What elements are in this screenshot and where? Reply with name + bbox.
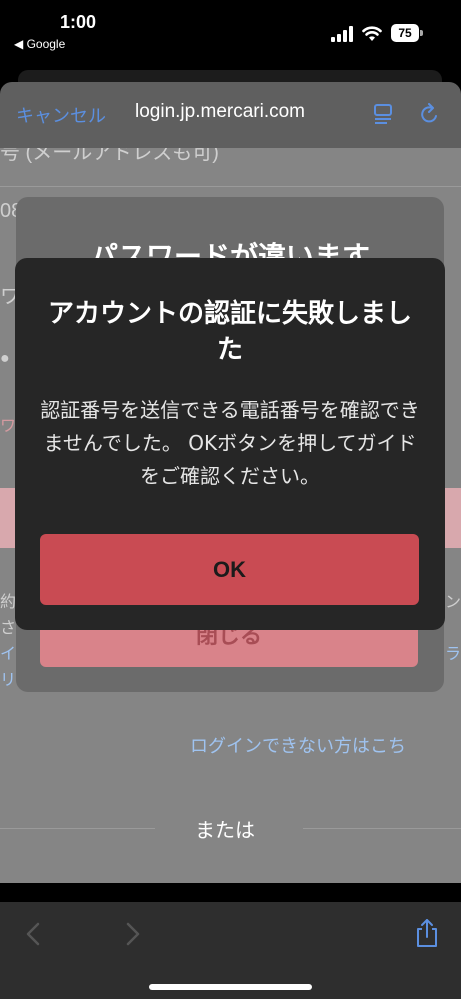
battery-cap xyxy=(420,30,423,36)
share-icon[interactable] xyxy=(414,918,440,948)
terms-fragment-5: ン xyxy=(445,588,461,612)
battery-level: 75 xyxy=(391,24,419,42)
back-to-app-link[interactable]: ◀ Google xyxy=(14,37,65,51)
terms-fragment-6: ラ xyxy=(445,640,461,664)
divider xyxy=(0,186,461,187)
battery-icon: 75 xyxy=(391,24,423,42)
alert-title: アカウントの認証に失敗しました xyxy=(39,296,421,368)
terms-fragment-2: さ xyxy=(0,614,16,638)
url-label: login.jp.mercari.com xyxy=(135,101,305,123)
forward-icon[interactable] xyxy=(126,922,140,946)
home-indicator[interactable] xyxy=(149,984,312,990)
terms-fragment-3: イ xyxy=(0,640,16,664)
cancel-button[interactable]: キャンセル xyxy=(16,102,106,128)
forgot-login-link[interactable]: ログインできない方はこち xyxy=(190,732,406,758)
ok-button[interactable]: OK xyxy=(40,534,419,605)
or-label: または xyxy=(195,814,255,843)
reload-icon[interactable] xyxy=(420,103,440,125)
alert-message: 認証番号を送信できる電話番号を確認できませんでした。 OKボタンを押してガイドを… xyxy=(39,394,421,493)
terms-fragment-4: リ xyxy=(0,666,16,690)
auth-failed-alert: アカウントの認証に失敗しました 認証番号を送信できる電話番号を確認できませんでし… xyxy=(15,258,445,630)
error-fragment: ワ xyxy=(0,412,16,436)
terms-fragment-1: 約 xyxy=(0,588,16,612)
or-divider-right xyxy=(303,828,461,829)
reader-icon[interactable] xyxy=(373,103,395,125)
status-time: 1:00 xyxy=(60,12,96,33)
login-field-label: 号 (メールアドレスも可) xyxy=(0,148,219,165)
signal-icon xyxy=(331,26,355,42)
password-dots-fragment: ● xyxy=(0,350,10,368)
back-icon[interactable] xyxy=(26,922,40,946)
or-divider-left xyxy=(0,828,155,829)
wifi-icon xyxy=(362,24,382,42)
